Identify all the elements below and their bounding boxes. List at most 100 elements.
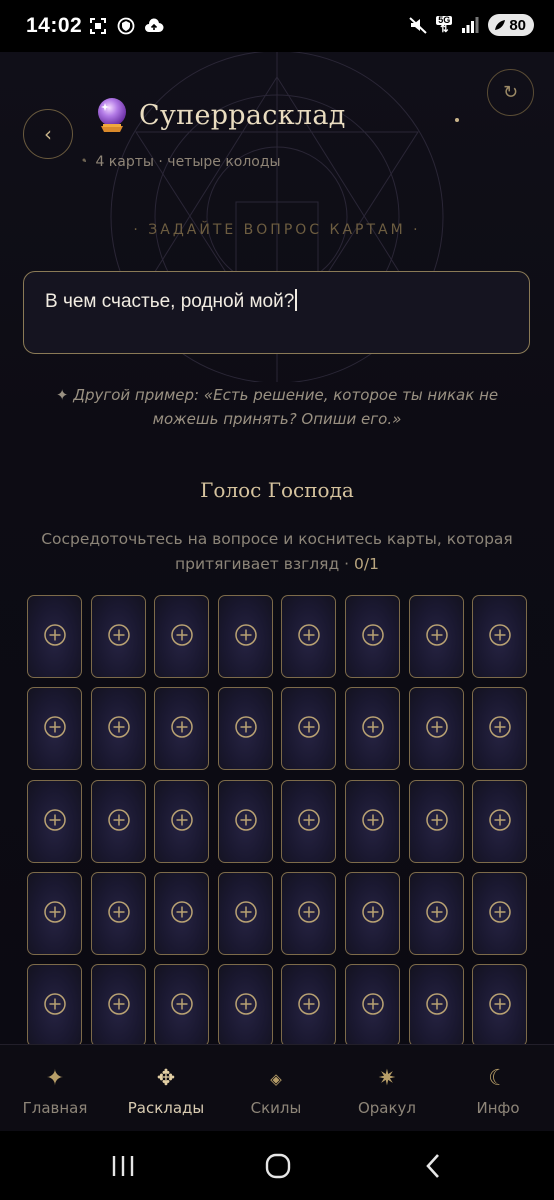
header: Суперрасклад: [95, 96, 346, 134]
plus-circle-icon: [43, 992, 67, 1020]
plus-circle-icon: [425, 900, 449, 928]
plus-circle-icon: [170, 715, 194, 743]
tarot-card[interactable]: [345, 780, 400, 863]
signal-icon: [460, 15, 480, 35]
tarot-card[interactable]: [409, 780, 464, 863]
spreads-icon: ✥: [156, 1066, 176, 1091]
screenshot-icon: [88, 16, 108, 36]
shield-icon: [116, 16, 136, 36]
plus-circle-icon: [425, 808, 449, 836]
deck-title: Голос Господа: [200, 478, 354, 502]
mute-icon: [408, 15, 428, 35]
tarot-card[interactable]: [409, 687, 464, 770]
tarot-card[interactable]: [218, 687, 273, 770]
tarot-card[interactable]: [472, 964, 527, 1044]
plus-circle-icon: [234, 623, 258, 651]
plus-circle-icon: [425, 992, 449, 1020]
tarot-card[interactable]: [91, 595, 146, 678]
example-question-link[interactable]: ✦ Другой пример: «Есть решение, которое …: [30, 383, 524, 431]
sparkle-icon: ✦: [45, 1066, 65, 1091]
deck-instruction: Сосредоточьтесь на вопросе и коснитесь к…: [41, 530, 513, 573]
plus-circle-icon: [43, 715, 67, 743]
back-nav-button[interactable]: [393, 1131, 473, 1200]
tarot-card[interactable]: [27, 595, 82, 678]
bottom-navigation: ✦ Главная ✥ Расклады ◈ Скилы ✷ Оракул ☾ …: [0, 1044, 554, 1132]
plus-circle-icon: [425, 715, 449, 743]
tarot-card[interactable]: [472, 872, 527, 955]
nav-spreads[interactable]: ✥ Расклады: [116, 1045, 216, 1132]
tarot-card[interactable]: [27, 964, 82, 1044]
diamond-icon: ◈: [270, 1070, 282, 1088]
moon-icon: ☾: [488, 1066, 508, 1091]
plus-circle-icon: [43, 900, 67, 928]
tarot-card[interactable]: [281, 780, 336, 863]
recent-apps-button[interactable]: [83, 1131, 163, 1200]
tarot-card[interactable]: [281, 687, 336, 770]
home-button[interactable]: [238, 1131, 318, 1200]
nav-oracle[interactable]: ✷ Оракул: [337, 1045, 437, 1132]
status-time: 14:02: [26, 14, 83, 37]
recent-apps-icon: [112, 1155, 134, 1176]
tarot-card[interactable]: [345, 595, 400, 678]
tarot-card[interactable]: [154, 964, 209, 1044]
tarot-card[interactable]: [27, 780, 82, 863]
question-text: В чем счастье, родной мой?: [45, 291, 295, 312]
plus-circle-icon: [297, 900, 321, 928]
plus-circle-icon: [297, 808, 321, 836]
plus-circle-icon: [107, 900, 131, 928]
tarot-card[interactable]: [281, 595, 336, 678]
tarot-card[interactable]: [91, 687, 146, 770]
back-button[interactable]: ‹: [23, 109, 73, 159]
back-arrow-icon: [426, 1153, 439, 1178]
plus-circle-icon: [297, 623, 321, 651]
plus-circle-icon: [488, 623, 512, 651]
cloud-upload-icon: [144, 16, 164, 36]
tarot-card[interactable]: [154, 780, 209, 863]
spread-screen: ‹ ↻ Суперрасклад · 4 карты · четыре колод…: [0, 52, 554, 1044]
tarot-card[interactable]: [91, 872, 146, 955]
tarot-card[interactable]: [27, 872, 82, 955]
plus-circle-icon: [361, 715, 385, 743]
plus-circle-icon: [234, 715, 258, 743]
plus-circle-icon: [170, 992, 194, 1020]
nav-info[interactable]: ☾ Инфо: [448, 1045, 548, 1132]
tarot-card[interactable]: [218, 595, 273, 678]
tarot-card[interactable]: [345, 964, 400, 1044]
tarot-card[interactable]: [218, 780, 273, 863]
plus-circle-icon: [361, 808, 385, 836]
system-navigation-bar: [0, 1131, 554, 1200]
tarot-card[interactable]: [154, 687, 209, 770]
refresh-button[interactable]: ↻: [487, 69, 534, 116]
tarot-card[interactable]: [154, 595, 209, 678]
tarot-card[interactable]: [281, 872, 336, 955]
home-icon: [265, 1153, 291, 1178]
status-bar: 14:02 5G ⇅ 80: [0, 0, 554, 52]
crystal-ball-icon: [95, 96, 129, 134]
question-prompt-label: · ЗАДАЙТЕ ВОПРОС КАРТАМ ·: [133, 222, 421, 238]
plus-circle-icon: [488, 992, 512, 1020]
tarot-card[interactable]: [345, 872, 400, 955]
plus-circle-icon: [488, 808, 512, 836]
tarot-card[interactable]: [281, 964, 336, 1044]
nav-home[interactable]: ✦ Главная: [5, 1045, 105, 1132]
tarot-card[interactable]: [409, 595, 464, 678]
page-title: Суперрасклад: [139, 99, 346, 131]
plus-circle-icon: [170, 900, 194, 928]
nav-skills[interactable]: ◈ Скилы: [226, 1045, 326, 1132]
tarot-card[interactable]: [345, 687, 400, 770]
plus-circle-icon: [107, 715, 131, 743]
question-input[interactable]: В чем счастье, родной мой?: [23, 271, 530, 354]
tarot-card[interactable]: [91, 780, 146, 863]
spread-subtitle: · 4 карты · четыре колоды: [83, 154, 281, 170]
tarot-card[interactable]: [218, 872, 273, 955]
tarot-card[interactable]: [472, 780, 527, 863]
tarot-card[interactable]: [409, 872, 464, 955]
tarot-card[interactable]: [472, 595, 527, 678]
tarot-card[interactable]: [472, 687, 527, 770]
tarot-card[interactable]: [27, 687, 82, 770]
plus-circle-icon: [361, 623, 385, 651]
tarot-card[interactable]: [91, 964, 146, 1044]
tarot-card[interactable]: [409, 964, 464, 1044]
tarot-card[interactable]: [154, 872, 209, 955]
tarot-card[interactable]: [218, 964, 273, 1044]
